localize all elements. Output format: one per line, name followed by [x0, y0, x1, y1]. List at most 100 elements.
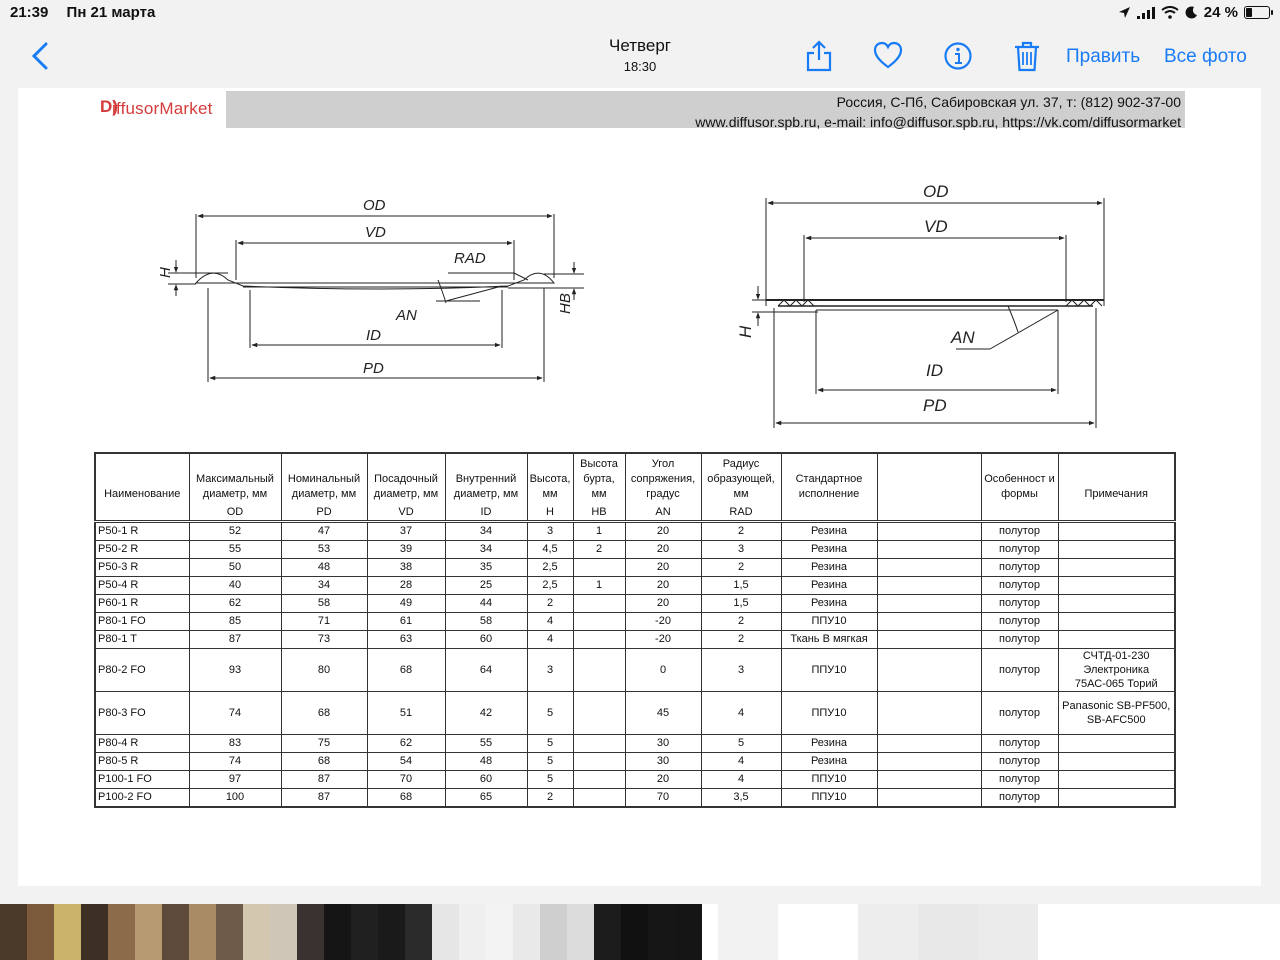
cellular-signal-icon [1136, 6, 1155, 19]
right-label-od: OD [923, 182, 949, 201]
table-cell: 2 [700, 612, 782, 631]
document-page: D) iffusorMarket Россия, С-Пб, Сабировск… [18, 88, 1261, 886]
trash-icon[interactable] [1012, 40, 1042, 72]
photo-thumbnail[interactable] [675, 904, 702, 960]
photo-thumbnail[interactable] [189, 904, 216, 960]
table-cell: 93 [188, 648, 282, 692]
photo-thumbnail[interactable] [594, 904, 621, 960]
photo-thumbnail[interactable] [513, 904, 540, 960]
heart-icon[interactable] [873, 40, 903, 72]
wifi-icon [1161, 6, 1179, 19]
photo-thumbnail[interactable] [324, 904, 351, 960]
table-cell: 20 [624, 540, 702, 559]
photo-thumbnail[interactable] [405, 904, 432, 960]
photo-thumbnail[interactable] [0, 904, 27, 960]
table-cell [572, 648, 626, 692]
table-cell: 87 [280, 770, 368, 789]
column-code: HB [572, 504, 626, 523]
table-cell: 75 [280, 734, 368, 753]
table-body: P50-1 R 52 47 37 34 3 1 20 2 Резина полутор P50-2 R… [94, 521, 1176, 808]
table-cell: 1 [572, 576, 626, 595]
photo-thumbnail[interactable] [621, 904, 648, 960]
info-icon[interactable] [943, 40, 973, 72]
table-cell [572, 630, 626, 649]
table-cell [876, 648, 982, 692]
photo-thumbnail[interactable] [270, 904, 297, 960]
table-cell: 73 [280, 630, 368, 649]
table-cell: Ткань В мягкая [780, 630, 878, 649]
table-cell: 34 [280, 576, 368, 595]
table-row: P80-2 FO 93 80 68 64 3 0 3 ППУ10 полутор СЧТД-01-2… [94, 648, 1176, 692]
photo-thumbnail[interactable] [540, 904, 567, 960]
photo-thumbnail[interactable] [718, 904, 778, 960]
address-line-2: www.diffusor.spb.ru, e-mail: info@diffus… [695, 114, 1181, 130]
table-cell: 58 [280, 594, 368, 613]
table-cell: 2 [572, 540, 626, 559]
photo-thumbnail[interactable] [243, 904, 270, 960]
table-cell: 47 [280, 521, 368, 541]
table-cell: 44 [444, 594, 528, 613]
table-cell [876, 691, 982, 735]
table-cell: 40 [188, 576, 282, 595]
left-label-an: AN [395, 307, 417, 324]
left-label-id: ID [366, 327, 381, 344]
photo-thumbnail[interactable] [216, 904, 243, 960]
table-cell [572, 770, 626, 789]
photo-thumbnail[interactable] [297, 904, 324, 960]
photo-thumbnail[interactable] [648, 904, 675, 960]
table-cell: 4 [526, 630, 574, 649]
photo-thumbnail[interactable] [567, 904, 594, 960]
photo-thumbnail[interactable] [135, 904, 162, 960]
table-cell: 5 [526, 752, 574, 771]
photo-date-title: Четверг [609, 36, 671, 55]
photo-thumbnail[interactable] [486, 904, 513, 960]
photo-thumbnail[interactable] [27, 904, 54, 960]
table-cell: полутор [980, 788, 1059, 808]
table-cell: 62 [188, 594, 282, 613]
photo-thumbnail[interactable] [108, 904, 135, 960]
thumbnail-strip[interactable] [0, 904, 1280, 960]
table-cell: 35 [444, 558, 528, 577]
photo-thumbnail[interactable] [858, 904, 918, 960]
table-cell: 3,5 [700, 788, 782, 808]
photo-thumbnail[interactable] [432, 904, 459, 960]
table-cell: -20 [624, 630, 702, 649]
table-cell: 68 [366, 788, 446, 808]
table-cell [572, 752, 626, 771]
table-cell: полутор [980, 558, 1059, 577]
note-cell [1057, 612, 1176, 631]
column-code: OD [188, 504, 282, 523]
photo-thumbnail[interactable] [978, 904, 1038, 960]
back-chevron-icon[interactable] [30, 42, 52, 70]
photo-thumbnail[interactable] [459, 904, 486, 960]
photo-thumbnail[interactable] [54, 904, 81, 960]
table-cell: 55 [188, 540, 282, 559]
table-cell: ППУ10 [780, 788, 878, 808]
all-photos-button[interactable]: Все фото [1164, 46, 1247, 68]
table-row: P80-3 FO 74 68 51 42 5 45 4 ППУ10 полутор Panasoni… [94, 691, 1176, 735]
table-cell: 54 [366, 752, 446, 771]
photo-thumbnail[interactable] [351, 904, 378, 960]
column-code: VD [366, 504, 446, 523]
table-cell: 74 [188, 752, 282, 771]
table-cell: -20 [624, 612, 702, 631]
share-icon[interactable] [804, 40, 834, 72]
photo-thumbnail[interactable] [162, 904, 189, 960]
table-cell: полутор [980, 770, 1059, 789]
photo-thumbnail[interactable] [378, 904, 405, 960]
table-cell: 1,5 [700, 576, 782, 595]
photo-thumbnail[interactable] [918, 904, 978, 960]
note-cell [1057, 558, 1176, 577]
table-cell [876, 576, 982, 595]
table-row: P50-3 R 50 48 38 35 2,5 20 2 Резина полутор [94, 558, 1176, 577]
edit-button[interactable]: Править [1066, 46, 1140, 68]
table-row: P50-1 R 52 47 37 34 3 1 20 2 Резина полутор [94, 521, 1176, 541]
table-cell: 100 [188, 788, 282, 808]
table-cell: полутор [980, 594, 1059, 613]
right-label-vd: VD [924, 217, 948, 236]
note-cell [1057, 594, 1176, 613]
table-cell: ППУ10 [780, 691, 878, 735]
table-row: P50-4 R 40 34 28 25 2,5 1 20 1,5 Резина полутор [94, 576, 1176, 595]
table-row: P80-1 T 87 73 63 60 4 -20 2 Ткань В мягкая полуто… [94, 630, 1176, 649]
photo-thumbnail[interactable] [81, 904, 108, 960]
